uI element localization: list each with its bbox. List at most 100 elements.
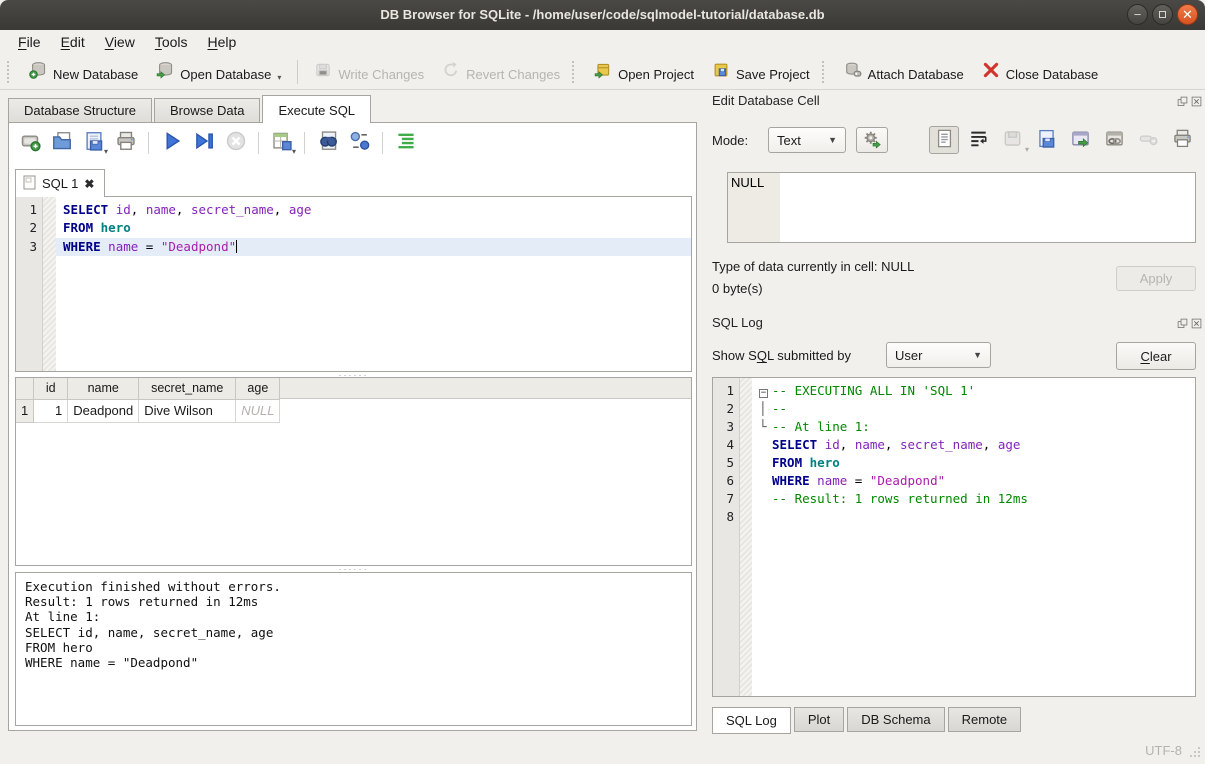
menu-tools[interactable]: Tools (145, 31, 198, 53)
log-fold-margin (740, 378, 752, 696)
maximize-button[interactable] (1152, 4, 1173, 25)
editor-code-area[interactable]: SELECT id, name, secret_name, ageFROM he… (56, 197, 691, 371)
resize-grip[interactable] (1188, 745, 1201, 761)
menu-file[interactable]: File (8, 31, 51, 53)
window-title: DB Browser for SQLite - /home/user/code/… (0, 7, 1205, 22)
token: hero (810, 455, 840, 470)
log-code-area: −-- EXECUTING ALL IN 'SQL 1'│--└-- At li… (752, 378, 1195, 696)
save-sql-file-button[interactable]: ▾ (82, 131, 105, 154)
format-sql-icon (395, 130, 417, 155)
attach-database-button[interactable]: Attach Database (835, 57, 973, 86)
close-icon: ✕ (1182, 8, 1193, 21)
code-line: └-- At line 1: (752, 418, 1195, 436)
token: hero (101, 220, 131, 235)
set-as-null-icon (1138, 128, 1159, 152)
log-filter-select[interactable]: User ▼ (886, 342, 991, 368)
table-row: 11DeadpondDive WilsonNULL (16, 399, 280, 422)
sql-tab[interactable]: SQL 1 ✖ (15, 169, 105, 197)
cell-name[interactable]: Deadpond (68, 399, 139, 422)
export-to-file-button[interactable] (1031, 126, 1061, 154)
column-header-name[interactable]: name (68, 378, 139, 399)
gear-icon (862, 129, 882, 152)
code-line: FROM hero (752, 454, 1195, 472)
print-cell-button[interactable] (1167, 126, 1197, 154)
token: -- (772, 401, 787, 416)
corner-cell[interactable] (16, 378, 34, 399)
find-replace-button[interactable] (348, 131, 371, 154)
close-button[interactable]: ✕ (1177, 4, 1198, 25)
close-database-button[interactable]: Close Database (973, 57, 1108, 86)
new-sql-tab-button[interactable] (18, 131, 41, 154)
clear-log-button[interactable]: Clear (1116, 342, 1196, 370)
stop-execution-icon (225, 130, 247, 155)
fold-marker[interactable]: − (759, 382, 772, 400)
cell-id[interactable]: 1 (34, 399, 68, 422)
new-database-button[interactable]: New Database (20, 57, 147, 86)
minimize-button[interactable]: − (1127, 4, 1148, 25)
column-header-age[interactable]: age (236, 378, 280, 399)
execute-all-button[interactable] (160, 131, 183, 154)
toolbar-handle[interactable] (572, 61, 580, 83)
cell-age[interactable]: NULL (236, 399, 280, 422)
save-results-button[interactable]: ▾ (270, 131, 293, 154)
open-in-app-button[interactable] (1065, 126, 1095, 154)
token: id (825, 437, 840, 452)
save-project-button[interactable]: Save Project (703, 57, 819, 86)
auto-apply-button[interactable] (856, 127, 888, 153)
menu-view[interactable]: View (95, 31, 145, 53)
execute-all-icon (161, 130, 183, 155)
cell-editor-toolbar: ▾ (929, 126, 1197, 154)
main-tab-bar: Database StructureBrowse DataExecute SQL (8, 95, 373, 123)
sql-toolbar-separator (382, 132, 383, 154)
dock-tab-remote[interactable]: Remote (948, 707, 1022, 732)
tab-execute-sql[interactable]: Execute SQL (262, 95, 371, 123)
sql-toolbar: ▾▾ (18, 131, 417, 154)
close-tab-icon[interactable]: ✖ (84, 177, 94, 191)
tab-database-structure[interactable]: Database Structure (8, 98, 152, 123)
execute-current-line-button[interactable] (192, 131, 215, 154)
close-panel-icon[interactable] (1191, 317, 1202, 328)
menu-edit[interactable]: Edit (51, 31, 95, 53)
float-panel-icon[interactable] (1177, 317, 1188, 328)
token: age (289, 202, 312, 217)
format-sql-button[interactable] (394, 131, 417, 154)
token (817, 437, 825, 452)
find-button[interactable] (316, 131, 339, 154)
menu-help[interactable]: Help (198, 31, 247, 53)
open-database-button[interactable]: Open Database▾ (147, 57, 290, 86)
toolbar-handle[interactable] (822, 61, 830, 83)
cell-secret-name[interactable]: Dive Wilson (139, 399, 236, 422)
print-sql-button[interactable] (114, 131, 137, 154)
dock-tab-plot[interactable]: Plot (794, 707, 844, 732)
cell-value-editor[interactable]: NULL (727, 172, 1196, 243)
line-number: 3 (16, 238, 42, 256)
column-header-id[interactable]: id (34, 378, 68, 399)
toolbar-handle[interactable] (7, 61, 15, 83)
cell-type-info: Type of data currently in cell: NULL (712, 259, 914, 274)
open-project-label: Open Project (618, 67, 694, 82)
text-mode-button[interactable] (929, 126, 959, 154)
close-database-label: Close Database (1006, 67, 1099, 82)
results-table: idnamesecret_nameage11DeadpondDive Wilso… (16, 378, 280, 423)
row-header[interactable]: 1 (16, 399, 34, 422)
log-filter-label: Show SQL submitted by (712, 348, 851, 363)
attach-database-label: Attach Database (868, 67, 964, 82)
float-panel-icon[interactable] (1177, 95, 1188, 106)
column-header-secret-name[interactable]: secret_name (139, 378, 236, 399)
dock-tab-db-schema[interactable]: DB Schema (847, 707, 944, 732)
collapse-icon[interactable]: − (759, 389, 768, 398)
token: SELECT (772, 437, 817, 452)
execution-message-area: Execution finished without errors. Resul… (15, 572, 692, 726)
token (802, 455, 810, 470)
tab-browse-data[interactable]: Browse Data (154, 98, 260, 123)
sql-log-view[interactable]: 12345678 −-- EXECUTING ALL IN 'SQL 1'│--… (712, 377, 1196, 697)
copy-cell-link-button[interactable] (1099, 126, 1129, 154)
mode-select[interactable]: Text ▼ (768, 127, 846, 153)
sql-editor[interactable]: 123 SELECT id, name, secret_name, ageFRO… (15, 196, 692, 372)
dock-tab-sql-log[interactable]: SQL Log (712, 707, 791, 734)
word-wrap-button[interactable] (963, 126, 993, 154)
open-sql-file-button[interactable] (50, 131, 73, 154)
app-window: { "colors": { "titlebar": "#3a3935", "cl… (0, 0, 1205, 764)
open-project-button[interactable]: Open Project (585, 57, 703, 86)
close-panel-icon[interactable] (1191, 95, 1202, 106)
